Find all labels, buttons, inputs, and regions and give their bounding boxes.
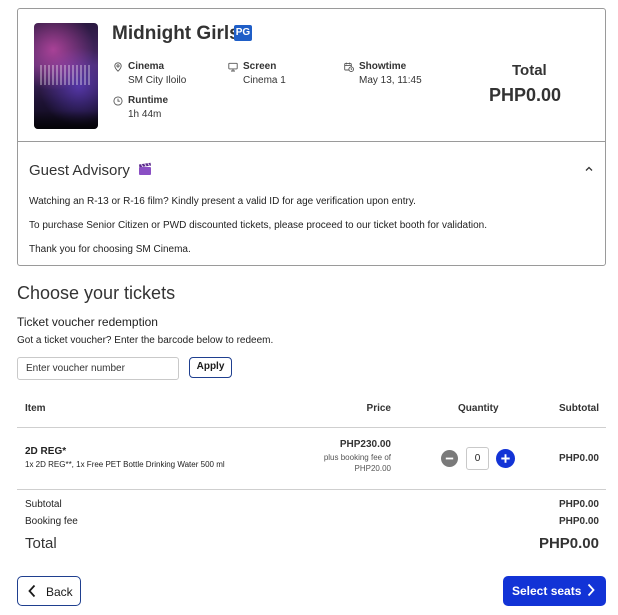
booking-fee-note: plus booking fee of	[323, 453, 391, 462]
movie-poster	[34, 23, 98, 129]
ticket-name: 2D REG*	[25, 446, 67, 457]
column-subtotal: Subtotal	[559, 403, 599, 414]
advisory-line: Thank you for choosing SM Cinema.	[29, 244, 191, 255]
column-quantity: Quantity	[458, 403, 499, 414]
cinema-value: SM City Iloilo	[128, 75, 187, 86]
header-total-label: Total	[512, 62, 547, 79]
screen-value: Cinema 1	[243, 75, 286, 86]
header-total-value: PHP0.00	[489, 85, 562, 105]
movie-details: Midnight Girls PG Cinema SM City Iloilo …	[18, 9, 605, 141]
showtime-label: Showtime	[359, 61, 407, 72]
movie-title: Midnight Girls	[112, 23, 240, 44]
voucher-help-text: Got a ticket voucher? Enter the barcode …	[17, 335, 274, 346]
showtime-value: May 13, 11:45	[359, 75, 422, 86]
column-item: Item	[25, 403, 46, 414]
ticket-description: 1x 2D REG**, 1x Free PET Bottle Drinking…	[25, 460, 225, 469]
advisory-line: To purchase Senior Citizen or PWD discou…	[29, 220, 488, 231]
ticket-subtotal: PHP0.00	[558, 453, 599, 464]
grand-total-label: Total	[25, 535, 57, 552]
quantity-field[interactable]: 0	[466, 447, 489, 470]
booking-fee-amount: PHP20.00	[354, 464, 391, 473]
subtotal-label: Subtotal	[25, 499, 62, 510]
increase-quantity-button[interactable]	[496, 449, 515, 468]
booking-fee-value: PHP0.00	[558, 516, 599, 527]
chevron-left-icon	[28, 584, 36, 598]
voucher-input[interactable]	[17, 357, 179, 380]
chevron-right-icon	[587, 583, 595, 597]
back-button-label: Back	[46, 585, 73, 599]
runtime-value: 1h 44m	[128, 109, 162, 120]
grand-total-value: PHP0.00	[538, 535, 599, 552]
advisory-title: Guest Advisory	[29, 162, 130, 179]
movie-summary-card: Midnight Girls PG Cinema SM City Iloilo …	[17, 8, 606, 266]
guest-advisory-panel: Guest Advisory Watching an R-13 or R-16 …	[18, 141, 605, 265]
calendar-clock-icon	[344, 62, 354, 72]
table-row: 2D REG* 1x 2D REG**, 1x Free PET Bottle …	[17, 428, 606, 490]
advisory-line: Watching an R-13 or R-16 film? Kindly pr…	[29, 196, 416, 207]
voucher-heading: Ticket voucher redemption	[17, 315, 158, 329]
poster-title-art	[40, 65, 92, 85]
decrease-quantity-button[interactable]	[441, 450, 458, 467]
cinema-label: Cinema	[128, 61, 165, 72]
chevron-up-icon[interactable]	[583, 164, 595, 174]
ticket-table-header: Item Price Quantity Subtotal	[17, 396, 606, 428]
select-seats-button[interactable]: Select seats	[503, 576, 606, 606]
rating-badge: PG	[234, 25, 252, 41]
back-button[interactable]: Back	[17, 576, 81, 606]
monitor-icon	[228, 62, 238, 72]
apply-voucher-button[interactable]: Apply	[189, 357, 232, 378]
poster-credits-strip	[34, 111, 98, 129]
runtime-label: Runtime	[128, 95, 168, 106]
choose-tickets-heading: Choose your tickets	[17, 283, 176, 303]
minus-circle-icon	[445, 457, 454, 460]
booking-fee-label: Booking fee	[25, 516, 78, 527]
clapperboard-icon	[139, 162, 151, 175]
column-price: Price	[366, 403, 391, 414]
screen-label: Screen	[243, 61, 277, 72]
clock-icon	[113, 96, 123, 106]
ticket-price: PHP230.00	[339, 439, 391, 450]
plus-circle-icon	[501, 454, 510, 463]
subtotal-value: PHP0.00	[558, 499, 599, 510]
select-seats-label: Select seats	[512, 584, 582, 598]
location-pin-icon	[114, 62, 122, 72]
